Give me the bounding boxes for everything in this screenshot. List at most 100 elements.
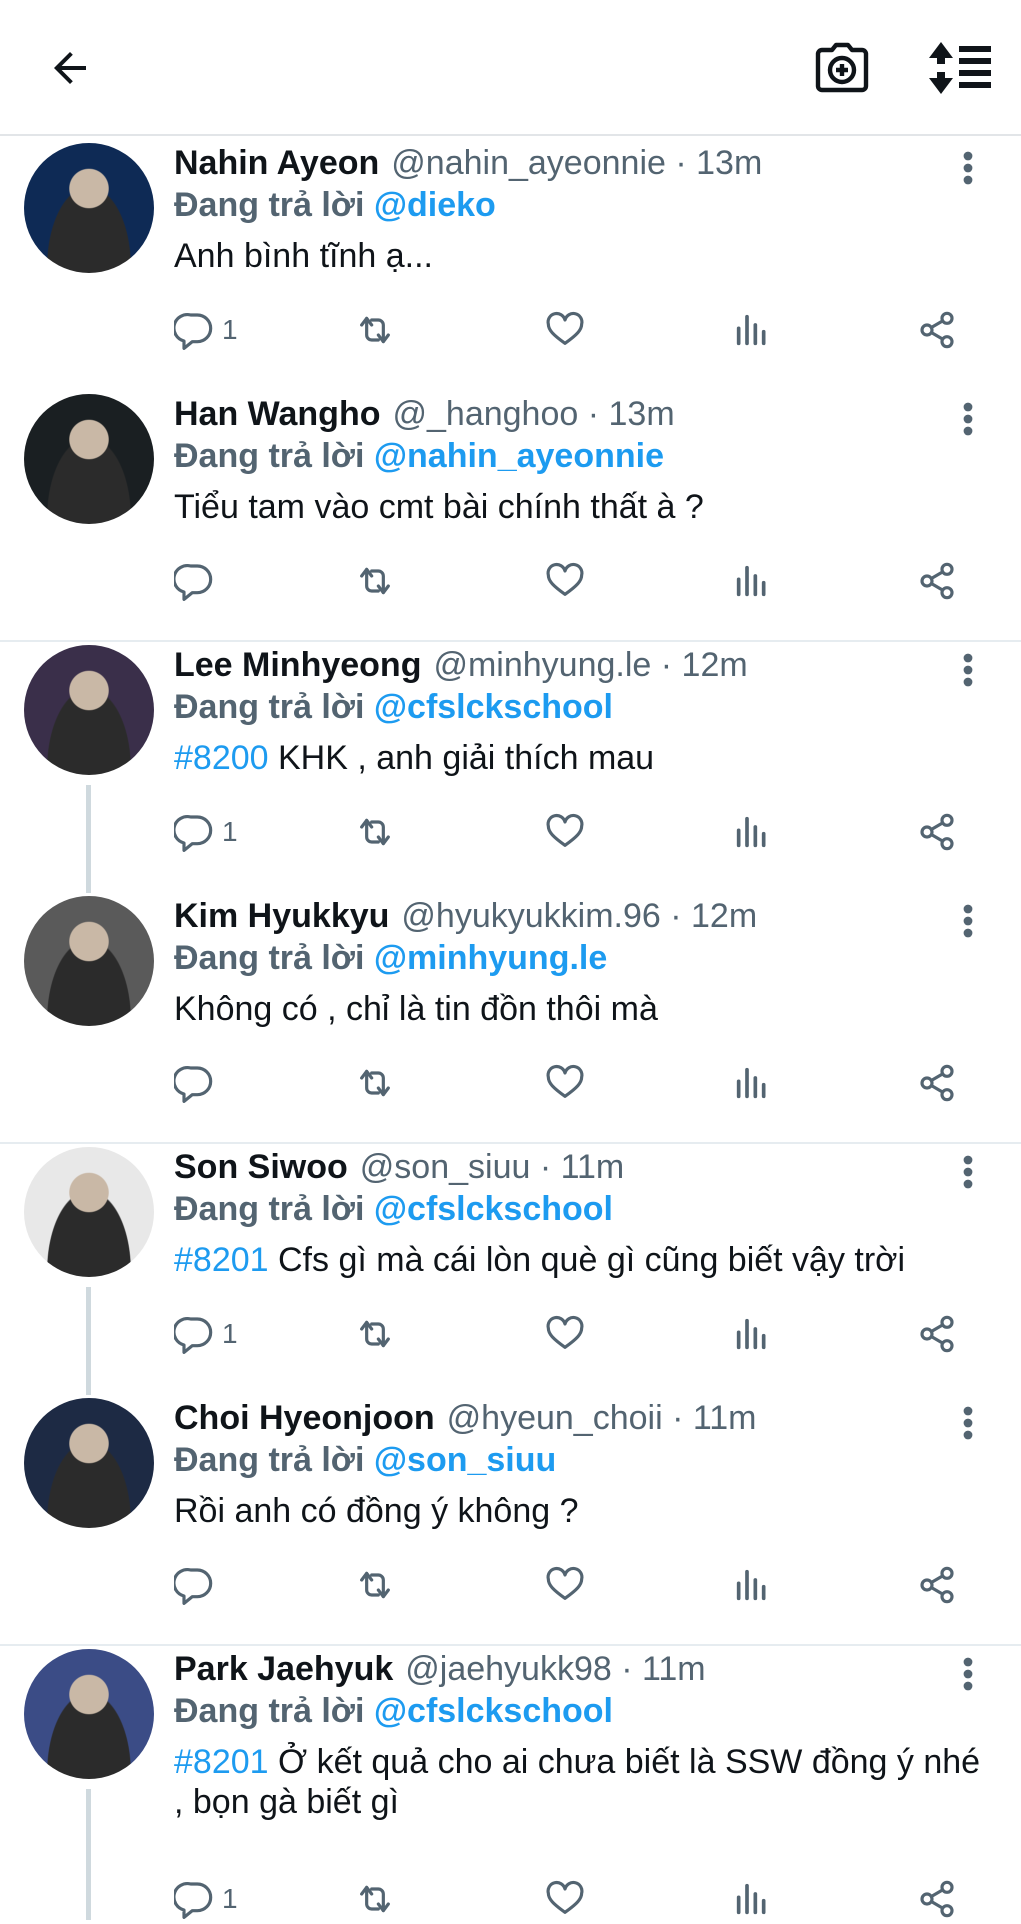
avatar[interactable] <box>24 896 154 1026</box>
reply-button[interactable] <box>174 1560 214 1610</box>
replying-to-mention[interactable]: @cfslckschool <box>374 1692 613 1730</box>
replying-to-mention[interactable]: @dieko <box>374 186 496 224</box>
replying-to-mention[interactable]: @cfslckschool <box>374 688 613 726</box>
retweet-button[interactable] <box>355 807 395 857</box>
tweet-item[interactable]: Son Siwoo @son_siuu · 11m Đang trả lời @c… <box>0 1144 1021 1395</box>
share-button[interactable] <box>917 807 957 857</box>
retweet-button[interactable] <box>355 1309 395 1359</box>
like-button[interactable] <box>545 1874 585 1924</box>
retweet-button[interactable] <box>355 556 395 606</box>
tweet-item[interactable]: Park Jaehyuk @jaehyukk98 · 11m Đang trả l… <box>0 1646 1021 1920</box>
replying-to-mention[interactable]: @minhyung.le <box>374 939 607 977</box>
tweet-actions: 1 <box>0 1874 1021 1924</box>
like-button[interactable] <box>545 1058 585 1108</box>
share-button[interactable] <box>917 1309 957 1359</box>
tweet-actions <box>0 1058 1021 1108</box>
bar-chart-icon <box>736 1569 766 1601</box>
reply-count: 1 <box>222 1883 238 1914</box>
like-button[interactable] <box>545 1560 585 1610</box>
avatar[interactable] <box>24 143 154 273</box>
tweet-item[interactable]: Nahin Ayeon @nahin_ayeonnie · 13m Đang tr… <box>0 140 1021 391</box>
views-button[interactable] <box>732 1560 772 1610</box>
like-button[interactable] <box>545 1309 585 1359</box>
like-button[interactable] <box>545 807 585 857</box>
camera-button[interactable] <box>812 38 872 98</box>
reply-button[interactable]: 1 <box>174 305 238 355</box>
display-name[interactable]: Lee Minhyeong <box>174 646 421 684</box>
display-name[interactable]: Son Siwoo <box>174 1148 348 1186</box>
more-options-button[interactable] <box>950 144 986 192</box>
reply-icon <box>174 1066 213 1103</box>
reply-count: 1 <box>222 1318 238 1349</box>
handle-and-time: @minhyung.le · 12m <box>433 646 748 684</box>
more-vertical-icon <box>963 402 973 436</box>
views-button[interactable] <box>732 556 772 606</box>
hashtag[interactable]: #8200 <box>174 739 269 777</box>
avatar[interactable] <box>24 1649 154 1779</box>
more-options-button[interactable] <box>950 897 986 945</box>
avatar[interactable] <box>24 394 154 524</box>
reply-count: 1 <box>222 816 238 847</box>
avatar[interactable] <box>24 1147 154 1277</box>
avatar[interactable] <box>24 645 154 775</box>
reply-button[interactable]: 1 <box>174 807 238 857</box>
tweet-body: Rồi anh có đồng ý không ? <box>174 1491 981 1531</box>
tweet-actions: 1 <box>0 1309 1021 1359</box>
share-icon <box>920 311 954 349</box>
more-options-button[interactable] <box>950 1148 986 1196</box>
views-button[interactable] <box>732 1874 772 1924</box>
more-options-button[interactable] <box>950 1650 986 1698</box>
views-button[interactable] <box>732 1309 772 1359</box>
display-name[interactable]: Choi Hyeonjoon <box>174 1399 435 1437</box>
views-button[interactable] <box>732 1058 772 1108</box>
retweet-button[interactable] <box>355 1058 395 1108</box>
replying-to-mention[interactable]: @son_siuu <box>374 1441 556 1479</box>
handle-and-time: @hyeun_choii · 11m <box>446 1399 757 1437</box>
share-icon <box>920 1880 954 1918</box>
tweet-item[interactable]: Lee Minhyeong @minhyung.le · 12m Đang trả… <box>0 642 1021 893</box>
share-button[interactable] <box>917 305 957 355</box>
sort-lines-icon <box>929 42 991 94</box>
views-button[interactable] <box>732 305 772 355</box>
reply-icon <box>174 1317 213 1354</box>
share-button[interactable] <box>917 1560 957 1610</box>
like-button[interactable] <box>545 305 585 355</box>
views-button[interactable] <box>732 807 772 857</box>
sort-button[interactable] <box>928 38 994 98</box>
more-options-button[interactable] <box>950 395 986 443</box>
avatar[interactable] <box>24 1398 154 1528</box>
reply-button[interactable] <box>174 556 214 606</box>
reply-button[interactable] <box>174 1058 214 1108</box>
replying-to-mention[interactable]: @cfslckschool <box>374 1190 613 1228</box>
retweet-button[interactable] <box>355 1874 395 1924</box>
hashtag[interactable]: #8201 <box>174 1743 269 1781</box>
back-button[interactable] <box>40 40 100 96</box>
share-button[interactable] <box>917 1058 957 1108</box>
share-button[interactable] <box>917 556 957 606</box>
retweet-button[interactable] <box>355 1560 395 1610</box>
like-button[interactable] <box>545 556 585 606</box>
reply-button[interactable]: 1 <box>174 1874 238 1924</box>
display-name[interactable]: Nahin Ayeon <box>174 144 379 182</box>
display-name[interactable]: Han Wangho <box>174 395 381 433</box>
retweet-icon <box>360 567 390 595</box>
tweet-item[interactable]: Kim Hyukkyu @hyukyukkim.96 · 12m Đang trả… <box>0 893 1021 1144</box>
reply-button[interactable]: 1 <box>174 1309 238 1359</box>
more-options-button[interactable] <box>950 646 986 694</box>
bar-chart-icon <box>736 1318 766 1350</box>
display-name[interactable]: Kim Hyukkyu <box>174 897 389 935</box>
retweet-icon <box>360 316 390 344</box>
replying-to-mention[interactable]: @nahin_ayeonnie <box>374 437 664 475</box>
tweet-item[interactable]: Choi Hyeonjoon @hyeun_choii · 11m Đang tr… <box>0 1395 1021 1646</box>
retweet-button[interactable] <box>355 305 395 355</box>
top-app-bar <box>0 0 1021 136</box>
heart-icon <box>546 813 584 847</box>
more-options-button[interactable] <box>950 1399 986 1447</box>
share-button[interactable] <box>917 1874 957 1924</box>
retweet-icon <box>360 1320 390 1348</box>
tweet-text: Cfs gì mà cái lòn què gì cũng biết vậy t… <box>268 1241 906 1279</box>
display-name[interactable]: Park Jaehyuk <box>174 1650 393 1688</box>
hashtag[interactable]: #8201 <box>174 1241 269 1279</box>
share-icon <box>920 562 954 600</box>
tweet-item[interactable]: Han Wangho @_hanghoo · 13m Đang trả lời @… <box>0 391 1021 642</box>
